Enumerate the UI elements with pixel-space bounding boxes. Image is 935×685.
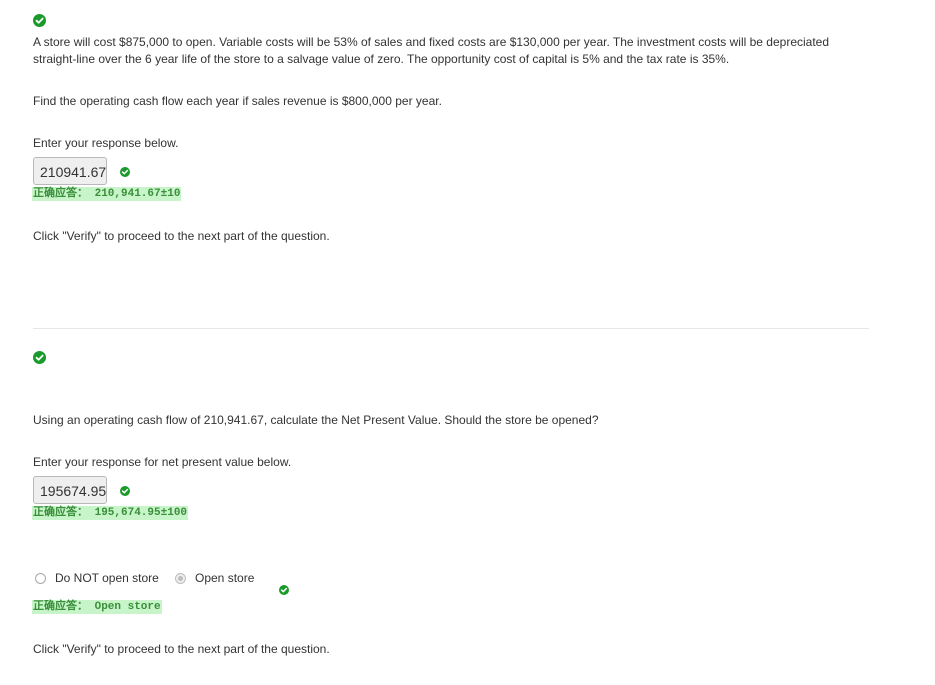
part1-correct-answer: 正确应答： 210,941.67±10 xyxy=(32,187,182,201)
part2-input-check-icon xyxy=(120,486,130,496)
problem-text-line1: A store will cost $875,000 to open. Vari… xyxy=(33,35,830,49)
part1-status-check-icon xyxy=(33,14,46,27)
problem-text-line2: straight-line over the 6 year life of th… xyxy=(33,52,730,66)
part1-prompt: Enter your response below. xyxy=(33,136,179,150)
radio-label-do-not-open-store[interactable]: Do NOT open store xyxy=(55,570,159,587)
radio-label-open-store[interactable]: Open store xyxy=(195,570,254,587)
part2-footer: Click "Verify" to proceed to the next pa… xyxy=(33,642,330,656)
part2-question: Using an operating cash flow of 210,941.… xyxy=(33,413,599,427)
radio-open-store[interactable] xyxy=(175,573,186,584)
part1-input-check-icon xyxy=(120,167,130,177)
radio-do-not-open-store[interactable] xyxy=(35,573,46,584)
npv-input[interactable]: 195674.95 xyxy=(33,476,107,504)
section-divider xyxy=(33,328,869,329)
part2-choice-correct-answer: 正确应答： Open store xyxy=(32,600,162,614)
part2-status-check-icon xyxy=(33,351,46,364)
part1-footer: Click "Verify" to proceed to the next pa… xyxy=(33,229,330,243)
part2-correct-answer: 正确应答： 195,674.95±100 xyxy=(32,506,189,520)
part1-question: Find the operating cash flow each year i… xyxy=(33,94,442,108)
operating-cash-flow-input[interactable]: 210941.67 xyxy=(33,157,107,185)
part2-choice-check-icon xyxy=(279,585,289,595)
part2-prompt: Enter your response for net present valu… xyxy=(33,455,292,469)
